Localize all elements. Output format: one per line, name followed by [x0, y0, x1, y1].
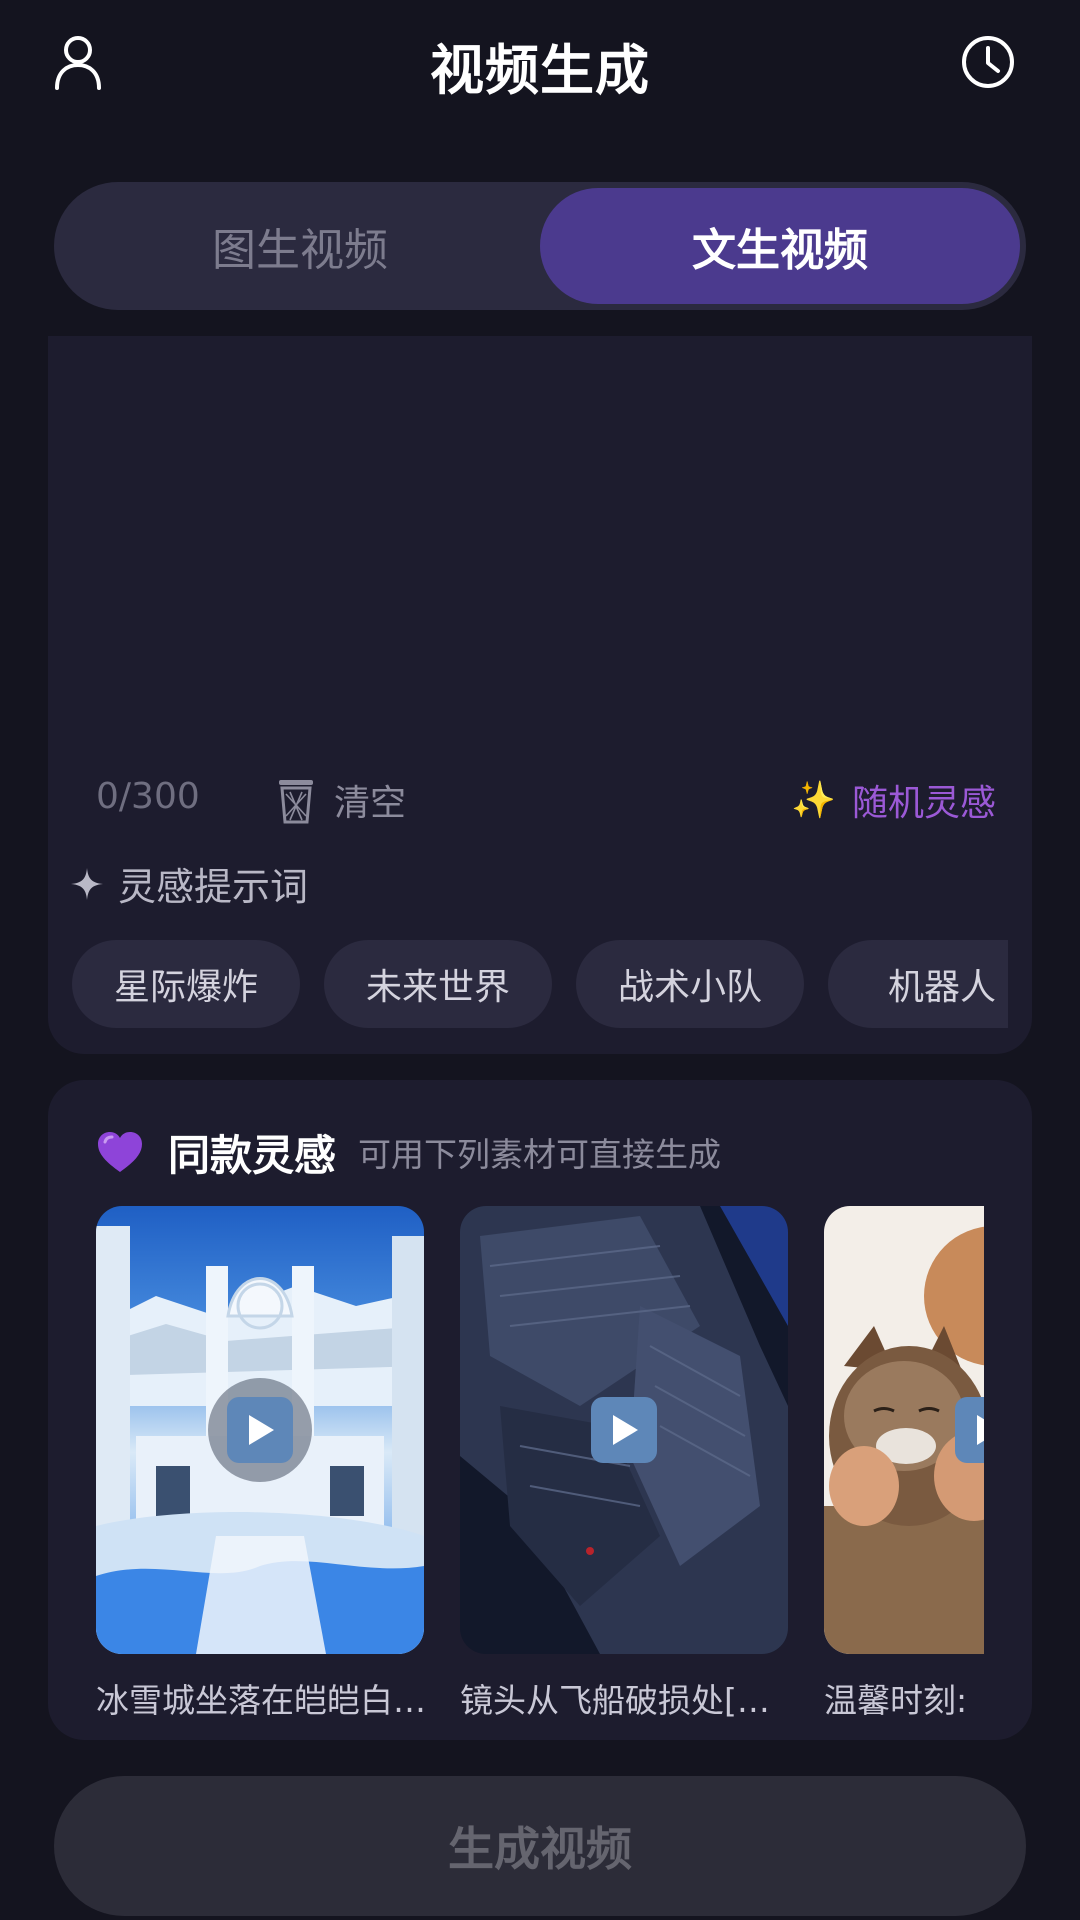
hint-chip[interactable]: 未来世界: [324, 940, 552, 1028]
char-counter: 0/300: [96, 776, 200, 817]
hint-chip[interactable]: 战术小队: [576, 940, 804, 1028]
hint-chip[interactable]: 星际爆炸: [72, 940, 300, 1028]
inspiration-caption: 镜头从飞船破损处[…: [460, 1681, 770, 1720]
clear-label: 清空: [334, 783, 407, 824]
clear-button[interactable]: 清空: [276, 770, 406, 830]
random-inspiration-button[interactable]: ✨ 随机灵感: [791, 770, 996, 830]
inspiration-header: 同款灵感 可用下列素材可直接生成: [96, 1122, 721, 1182]
prompt-card: 0/300 清空 ✨ 随机灵感 灵感提示词 星际爆炸 未来世界 战术小队 机器人: [48, 336, 1032, 1054]
video-generation-screen: 视频生成 图生视频 文生视频 0/300 清空 ✨ 随机灵感 灵感提示词 星际爆…: [0, 0, 1080, 1920]
hint-chip[interactable]: 机器人: [828, 940, 1008, 1028]
tab-text-to-video[interactable]: 文生视频: [540, 188, 1020, 304]
inspiration-item[interactable]: 冰雪城坐落在皑皑白…: [96, 1206, 424, 1722]
inspiration-item[interactable]: 镜头从飞船破损处[…: [460, 1206, 788, 1722]
random-label: 随机灵感: [851, 783, 996, 824]
video-thumbnail: [460, 1206, 788, 1654]
inspiration-card: 同款灵感 可用下列素材可直接生成 冰雪城坐落在皑皑白… 镜头从飞船破损处[… 温…: [48, 1080, 1032, 1740]
inspiration-title: 同款灵感: [168, 1130, 337, 1180]
prompt-input[interactable]: [48, 336, 1032, 736]
inspiration-caption: 冰雪城坐落在皑皑白…: [96, 1681, 424, 1720]
history-button[interactable]: [956, 30, 1020, 94]
play-button[interactable]: [227, 1397, 293, 1463]
page-title: 视频生成: [430, 39, 650, 102]
play-icon: [613, 1415, 638, 1445]
hint-title-text: 灵感提示词: [118, 865, 309, 909]
video-thumbnail: [824, 1206, 984, 1654]
prompt-toolbar: 0/300 清空 ✨ 随机灵感: [96, 766, 996, 836]
inspiration-list: 冰雪城坐落在皑皑白… 镜头从飞船破损处[… 温馨时刻:: [96, 1206, 984, 1726]
inspiration-item[interactable]: 温馨时刻:: [824, 1206, 984, 1722]
inspiration-subtitle: 可用下列素材可直接生成: [358, 1135, 722, 1174]
top-bar: 视频生成: [0, 0, 1080, 122]
play-icon: [249, 1415, 274, 1445]
play-button[interactable]: [955, 1397, 984, 1463]
sparkles-icon: ✨: [791, 780, 836, 821]
sparkle-star-icon: [71, 867, 103, 900]
generate-video-button[interactable]: 生成视频: [54, 1776, 1026, 1916]
inspiration-caption: 温馨时刻:: [824, 1681, 968, 1720]
purple-heart-icon: [98, 1132, 142, 1172]
tab-image-to-video[interactable]: 图生视频: [60, 188, 540, 304]
video-thumbnail: [96, 1206, 424, 1654]
mode-tabs: 图生视频 文生视频: [54, 182, 1026, 310]
trash-icon: [279, 780, 313, 824]
play-icon: [977, 1415, 984, 1445]
play-button[interactable]: [591, 1397, 657, 1463]
clock-history-icon: [962, 36, 1014, 88]
hint-section-title: 灵感提示词: [70, 856, 308, 911]
hint-chip-list: 星际爆炸 未来世界 战术小队 机器人: [72, 940, 1008, 1030]
